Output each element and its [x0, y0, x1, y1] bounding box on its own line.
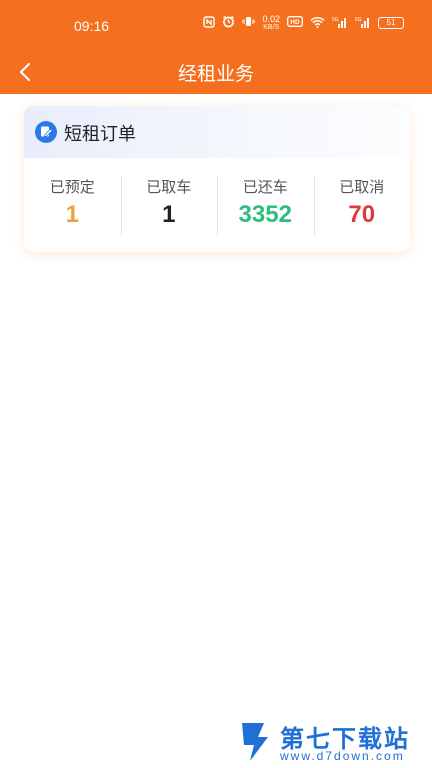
stat-value: 1 — [162, 201, 176, 228]
order-stats: 已预定 1 已取车 1 已还车 3352 已取消 70 — [24, 176, 410, 236]
stat-reserved[interactable]: 已预定 1 — [24, 176, 121, 236]
stat-label: 已还车 — [242, 178, 288, 196]
alarm-icon — [222, 15, 235, 31]
hd-icon: HD — [287, 16, 303, 30]
stat-returned[interactable]: 已还车 3352 — [217, 176, 314, 236]
stat-label: 已预定 — [49, 178, 95, 196]
stat-value: 1 — [65, 201, 79, 228]
stat-value: 3352 — [238, 201, 292, 228]
watermark-url: www.d7down.com — [280, 749, 405, 763]
stat-label: 已取消 — [339, 178, 385, 196]
status-icons: 0.02 KB/S HD 5G 5G 51 — [203, 15, 404, 31]
status-time: 09:16 — [74, 18, 110, 34]
svg-text:5G: 5G — [332, 17, 339, 23]
signal-icon-sim2: 5G — [355, 16, 371, 31]
card-header: 短租订单 — [24, 106, 410, 158]
nav-bar: 经租业务 — [0, 50, 432, 94]
svg-text:5G: 5G — [355, 17, 362, 23]
stat-label: 已取车 — [146, 178, 192, 196]
battery-indicator: 51 — [378, 17, 404, 29]
signal-icon-sim1: 5G — [332, 16, 348, 31]
svg-text:HD: HD — [290, 19, 300, 26]
stat-value: 70 — [348, 201, 376, 228]
stat-picked-up[interactable]: 已取车 1 — [120, 176, 218, 236]
vibrate-icon — [242, 15, 256, 31]
net-speed-value: 0.02 — [262, 14, 280, 24]
wifi-icon — [310, 16, 325, 31]
stat-cancelled[interactable]: 已取消 70 — [313, 176, 411, 236]
short-rental-orders-card: 短租订单 已预定 1 已取车 1 已还车 3352 已取消 70 — [24, 106, 410, 252]
nfc-icon — [203, 15, 216, 31]
status-bar: 09:16 0.02 KB/S HD 5G 5G 51 — [0, 0, 432, 50]
net-speed-unit: KB/S — [263, 24, 280, 31]
watermark: 第七下载站 www.d7down.com — [238, 717, 428, 767]
net-speed: 0.02 KB/S — [262, 14, 280, 32]
card-title: 短租订单 — [64, 124, 136, 145]
edit-document-icon — [35, 121, 57, 143]
page-title: 经租业务 — [177, 63, 254, 85]
watermark-logo-icon — [242, 723, 268, 761]
